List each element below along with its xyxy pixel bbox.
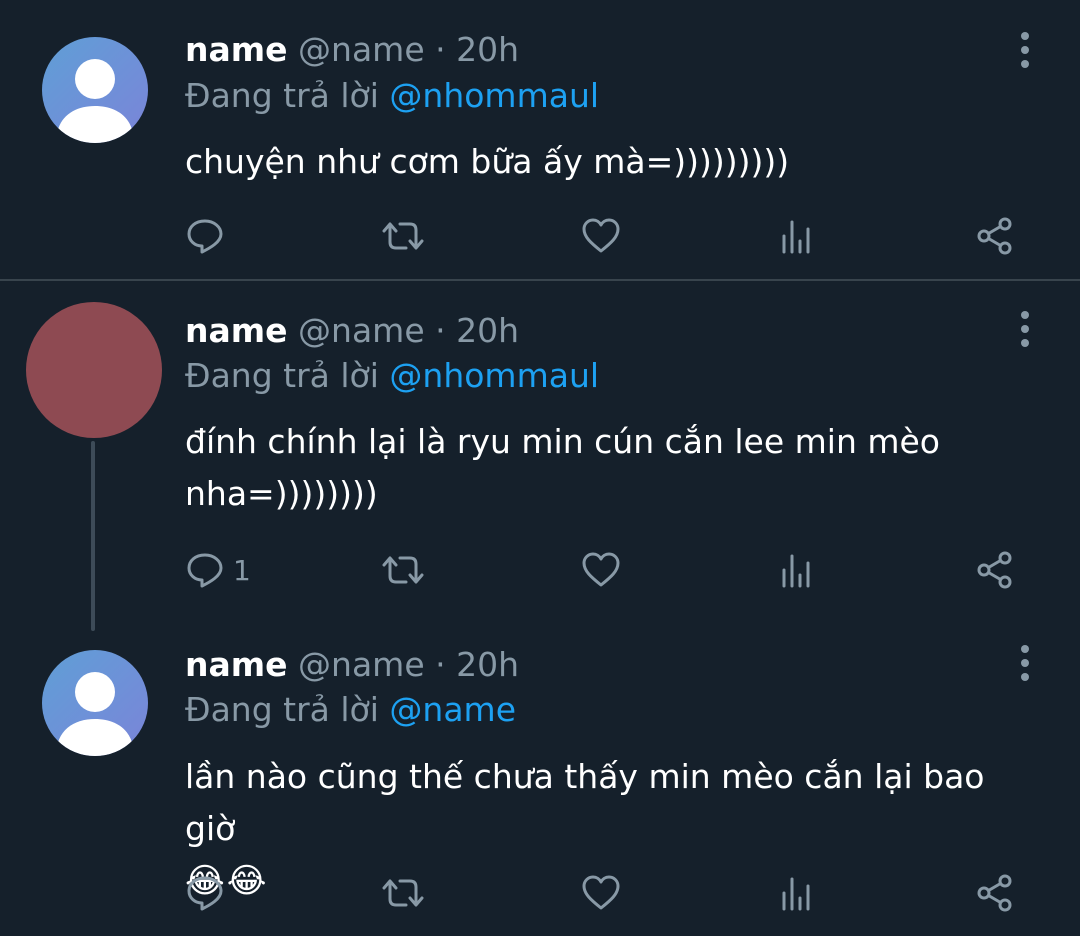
default-avatar-icon[interactable]	[42, 650, 148, 756]
tweet-header: name @name · 20h	[185, 645, 519, 685]
action-bar	[185, 214, 1025, 258]
default-avatar-icon[interactable]	[42, 37, 148, 143]
replying-label: Đang trả lời	[185, 690, 379, 729]
share-button[interactable]	[975, 548, 1015, 592]
replying-to: Đang trả lời @nhommaul	[185, 76, 599, 116]
tweet-3[interactable]: name @name · 20h Đang trả lời @name lần …	[0, 631, 1080, 936]
analytics-button[interactable]	[777, 214, 817, 258]
tweet-header: name @name · 20h	[185, 311, 519, 351]
reply-button[interactable]	[185, 871, 233, 915]
more-vertical-icon[interactable]	[1005, 643, 1045, 683]
heart-icon	[581, 216, 621, 256]
replying-label: Đang trả lời	[185, 76, 379, 115]
analytics-button[interactable]	[777, 548, 817, 592]
retweet-icon	[381, 873, 425, 913]
retweet-icon	[381, 550, 425, 590]
handle[interactable]: @name	[298, 645, 425, 684]
mention-link[interactable]: @nhommaul	[389, 76, 599, 115]
retweet-button[interactable]	[381, 871, 425, 915]
heart-icon	[581, 550, 621, 590]
handle[interactable]: @name	[298, 30, 425, 69]
reply-button[interactable]	[185, 214, 233, 258]
reply-icon	[185, 550, 225, 590]
more-vertical-icon[interactable]	[1005, 309, 1045, 349]
action-bar: 1	[185, 548, 1025, 592]
retweet-icon	[381, 216, 425, 256]
analytics-button[interactable]	[777, 871, 817, 915]
like-button[interactable]	[581, 214, 621, 258]
replying-to: Đang trả lời @name	[185, 690, 516, 730]
red-avatar[interactable]	[26, 302, 162, 438]
separator: ·	[435, 311, 446, 350]
tweet-header: name @name · 20h	[185, 30, 519, 70]
timestamp[interactable]: 20h	[456, 645, 519, 684]
replying-label: Đang trả lời	[185, 356, 379, 395]
like-button[interactable]	[581, 871, 621, 915]
retweet-button[interactable]	[381, 214, 425, 258]
retweet-button[interactable]	[381, 548, 425, 592]
share-button[interactable]	[975, 871, 1015, 915]
tweet-text: chuyện như cơm bữa ấy mà=)))))))))	[185, 142, 790, 181]
heart-icon	[581, 873, 621, 913]
mention-link[interactable]: @name	[389, 690, 516, 729]
tweet-text: đính chính lại là ryu min cún cắn lee mi…	[185, 422, 940, 513]
reply-button[interactable]: 1	[185, 548, 251, 592]
reply-count: 1	[233, 553, 251, 587]
separator: ·	[435, 30, 446, 69]
thread-line	[91, 441, 95, 631]
display-name[interactable]: name	[185, 311, 288, 350]
reply-icon	[185, 216, 225, 256]
share-icon	[975, 550, 1015, 590]
handle[interactable]: @name	[298, 311, 425, 350]
more-vertical-icon[interactable]	[1005, 30, 1045, 70]
share-icon	[975, 216, 1015, 256]
share-icon	[975, 873, 1015, 913]
analytics-icon	[777, 873, 817, 913]
replying-to: Đang trả lời @nhommaul	[185, 356, 599, 396]
separator: ·	[435, 645, 446, 684]
display-name[interactable]: name	[185, 30, 288, 69]
action-bar	[185, 871, 1025, 915]
timestamp[interactable]: 20h	[456, 311, 519, 350]
reply-icon	[185, 873, 225, 913]
timestamp[interactable]: 20h	[456, 30, 519, 69]
analytics-icon	[777, 550, 817, 590]
analytics-icon	[777, 216, 817, 256]
tweet-1[interactable]: name @name · 20h Đang trả lời @nhommaul …	[0, 0, 1080, 280]
tweet-2[interactable]: name @name · 20h Đang trả lời @nhommaul …	[0, 281, 1080, 631]
display-name[interactable]: name	[185, 645, 288, 684]
tweet-text: lần nào cũng thế chưa thấy min mèo cắn l…	[185, 757, 985, 848]
mention-link[interactable]: @nhommaul	[389, 356, 599, 395]
like-button[interactable]	[581, 548, 621, 592]
share-button[interactable]	[975, 214, 1015, 258]
